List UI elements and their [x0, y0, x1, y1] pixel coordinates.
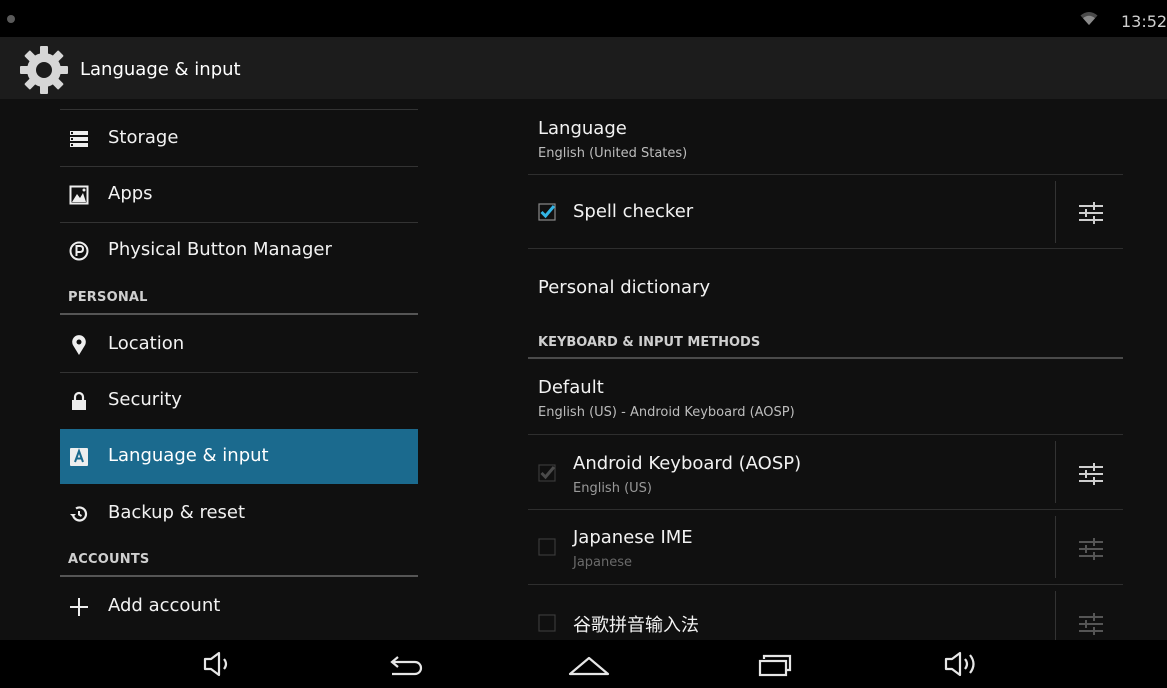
android-keyboard-title: Android Keyboard (AOSP): [573, 453, 802, 474]
settings-gear-icon[interactable]: [18, 44, 70, 96]
google-pinyin-title: 谷歌拼音输入法: [573, 615, 699, 636]
sidebar-item-label: Physical Button Manager: [108, 239, 332, 260]
home-icon[interactable]: [566, 648, 612, 680]
back-icon[interactable]: [383, 648, 425, 680]
status-clock: 13:52: [1121, 12, 1167, 31]
sidebar-item-label: Security: [108, 389, 182, 410]
spell-checker-title: Spell checker: [573, 201, 694, 222]
storage-icon: [70, 131, 88, 147]
volume-up-icon[interactable]: [941, 648, 983, 680]
japanese-ime-title: Japanese IME: [573, 527, 693, 548]
android-keyboard-checkbox[interactable]: [538, 464, 556, 482]
sidebar-item-label: Backup & reset: [108, 502, 246, 523]
default-summary: English (US) - Android Keyboard (AOSP): [538, 405, 795, 420]
default-title: Default: [538, 377, 604, 398]
sidebar-item-language-input[interactable]: Language & input: [60, 429, 418, 484]
sidebar-item-add-account[interactable]: Add account: [60, 579, 418, 634]
wifi-icon: [1080, 12, 1098, 25]
section-divider: [60, 575, 418, 577]
spell-checker-settings-icon[interactable]: [1077, 199, 1105, 227]
sidebar-item-location[interactable]: Location: [60, 317, 418, 372]
google-pinyin-checkbox[interactable]: [538, 614, 556, 632]
personal-dictionary-title: Personal dictionary: [538, 277, 711, 298]
keyboard-input-methods-header: KEYBOARD & INPUT METHODS: [538, 335, 761, 350]
android-keyboard-summary: English (US): [573, 481, 652, 496]
japanese-ime-checkbox[interactable]: [538, 538, 556, 556]
sidebar-item-physical-button-manager[interactable]: Physical Button Manager: [60, 223, 418, 278]
recent-apps-icon[interactable]: [755, 648, 795, 680]
volume-down-icon[interactable]: [200, 648, 236, 680]
language-icon: [70, 448, 88, 466]
settings-sidebar: Storage Apps Physical Button Manager PER…: [60, 99, 418, 640]
plus-icon: [70, 598, 88, 616]
japanese-ime-summary: Japanese: [573, 555, 633, 570]
section-header-accounts: ACCOUNTS: [68, 552, 150, 567]
divider: [528, 509, 1123, 510]
spell-checker-checkbox[interactable]: [538, 203, 556, 221]
sidebar-item-security[interactable]: Security: [60, 373, 418, 428]
sidebar-item-label: Location: [108, 333, 185, 354]
sidebar-item-label: Storage: [108, 127, 179, 148]
sidebar-item-label: Apps: [108, 183, 153, 204]
sidebar-item-apps[interactable]: Apps: [60, 167, 418, 222]
backup-icon: [70, 506, 88, 522]
japanese-ime-settings-icon[interactable]: [1077, 535, 1105, 563]
sidebar-item-label: Add account: [108, 595, 221, 616]
language-title: Language: [538, 118, 627, 139]
section-divider: [60, 313, 418, 315]
divider: [528, 174, 1123, 175]
page-title: Language & input: [80, 59, 241, 80]
divider: [528, 584, 1123, 585]
system-navigation-bar: [0, 640, 1167, 688]
sidebar-item-backup-reset[interactable]: Backup & reset: [60, 486, 418, 541]
android-keyboard-settings-icon[interactable]: [1077, 460, 1105, 488]
sidebar-item-storage[interactable]: Storage: [60, 111, 418, 166]
location-pin-icon: [72, 335, 86, 355]
language-summary: English (United States): [538, 146, 688, 161]
apps-icon: [69, 185, 89, 205]
divider: [528, 248, 1123, 249]
settings-content: Storage Apps Physical Button Manager PER…: [0, 99, 1167, 640]
status-bar: 13:52: [0, 0, 1167, 37]
section-header-personal: PERSONAL: [68, 290, 148, 305]
google-pinyin-settings-icon[interactable]: [1077, 610, 1105, 638]
sidebar-item-label: Language & input: [108, 445, 269, 466]
divider: [60, 109, 418, 110]
vertical-divider: [1055, 591, 1056, 640]
lock-icon: [72, 391, 86, 410]
language-input-settings: Language English (United States) Spell c…: [528, 99, 1124, 640]
vertical-divider: [1055, 441, 1056, 503]
divider: [528, 434, 1123, 435]
physical-button-icon: [69, 241, 89, 261]
notification-dot-icon: [7, 15, 15, 23]
section-divider: [528, 357, 1123, 359]
vertical-divider: [1055, 181, 1056, 243]
action-bar: Language & input: [0, 37, 1167, 99]
vertical-divider: [1055, 516, 1056, 578]
